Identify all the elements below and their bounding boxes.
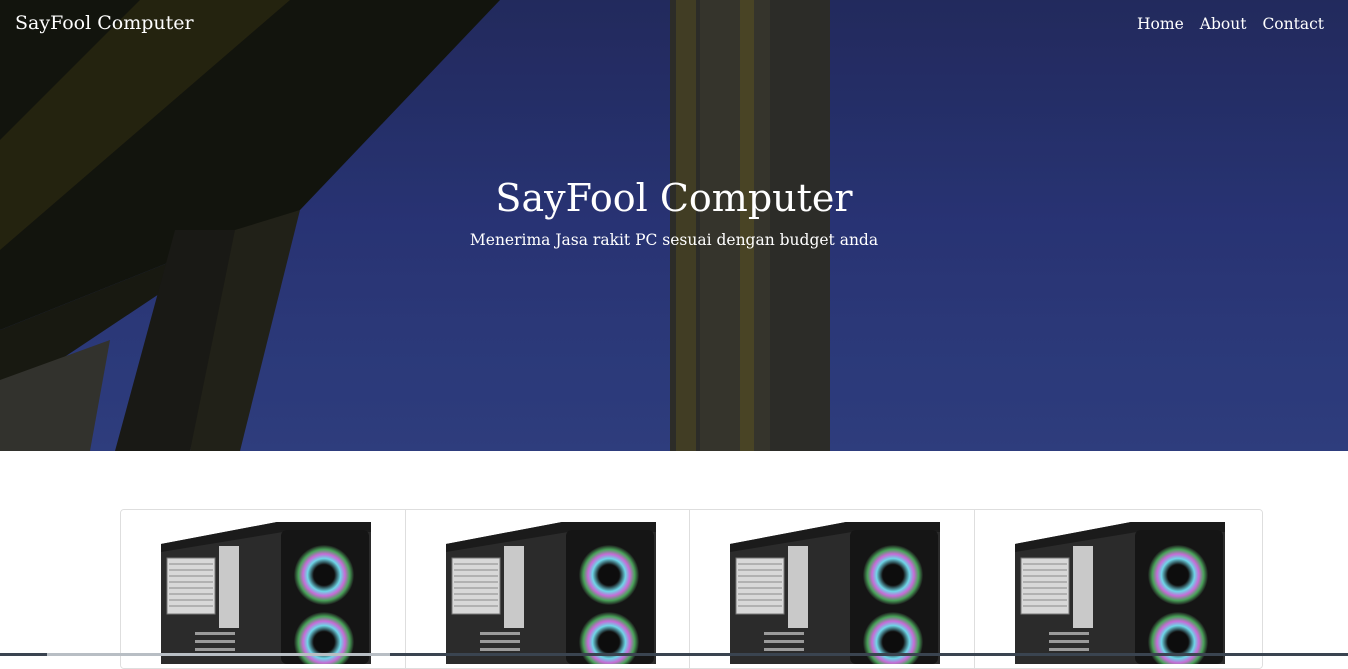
product-card[interactable] — [974, 510, 1262, 668]
product-card[interactable] — [690, 510, 975, 668]
product-card-group — [120, 509, 1263, 669]
hero-section: SayFool Computer Home About Contact SayF… — [0, 0, 1348, 451]
product-card[interactable] — [405, 510, 690, 668]
hero-subtitle: Menerima Jasa rakit PC sesuai dengan bud… — [469, 231, 879, 249]
pc-case-image — [445, 522, 656, 664]
hero-text-block: SayFool Computer Menerima Jasa rakit PC … — [0, 174, 1348, 250]
hero-title: SayFool Computer — [495, 176, 853, 220]
brand-logo-link[interactable]: SayFool Computer — [15, 12, 194, 34]
pc-case-image — [730, 522, 940, 664]
nav-links: Home About Contact — [1137, 15, 1324, 33]
nav-link-about[interactable]: About — [1200, 15, 1247, 33]
pc-case-image — [161, 522, 371, 664]
product-card[interactable] — [121, 510, 406, 668]
top-navbar: SayFool Computer Home About Contact — [0, 0, 1348, 50]
pc-case-image — [1014, 522, 1225, 664]
nav-link-home[interactable]: Home — [1137, 15, 1184, 33]
nav-link-contact[interactable]: Contact — [1262, 15, 1324, 33]
